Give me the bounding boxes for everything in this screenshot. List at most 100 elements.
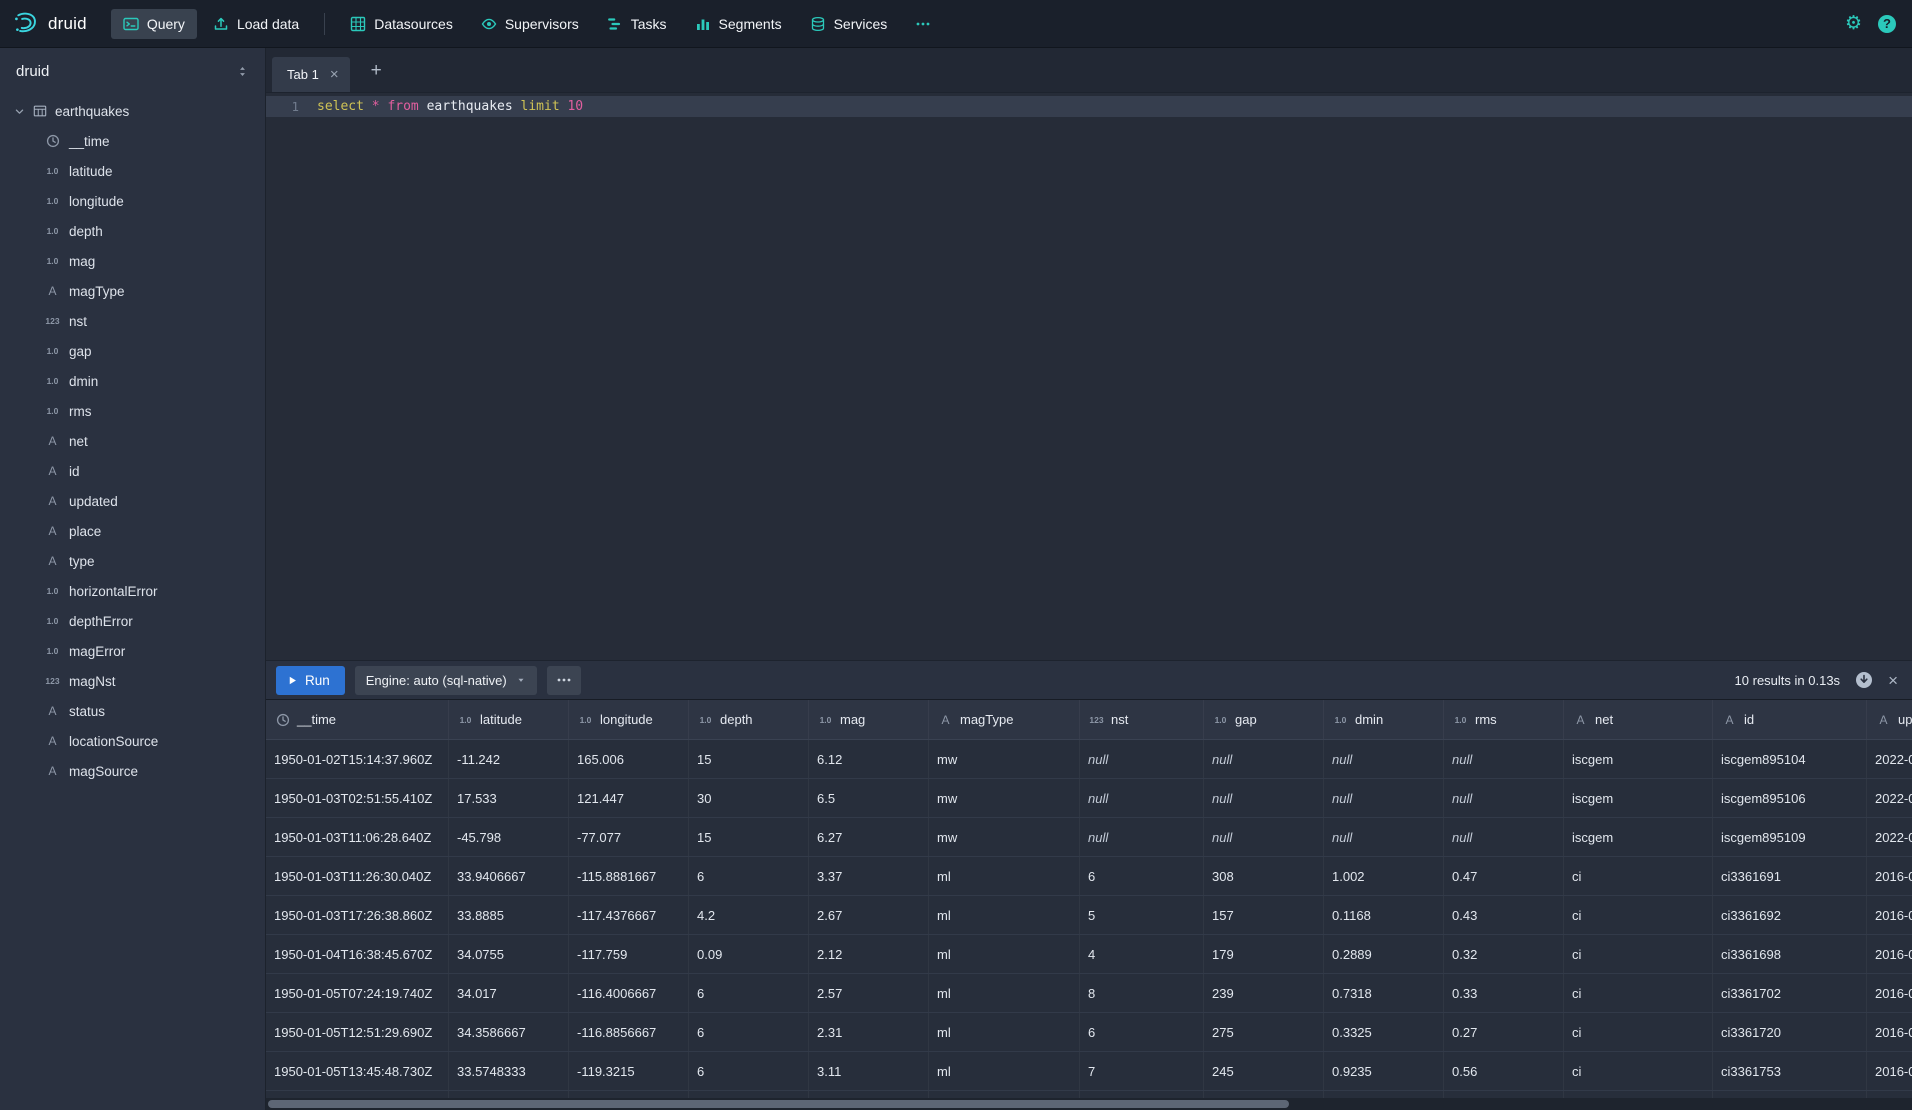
sidebar-column-updated[interactable]: Aupdated bbox=[0, 486, 265, 516]
cell[interactable]: 34.0755 bbox=[449, 935, 569, 973]
cell[interactable]: 30 bbox=[689, 779, 809, 817]
column-header-longitude[interactable]: 1.0longitude bbox=[569, 700, 689, 739]
cell[interactable]: ci bbox=[1564, 935, 1713, 973]
sidebar-column-dmin[interactable]: 1.0dmin bbox=[0, 366, 265, 396]
cell[interactable]: 7 bbox=[1080, 1052, 1204, 1090]
nav-more[interactable] bbox=[903, 9, 943, 39]
new-tab-button[interactable]: + bbox=[362, 57, 391, 84]
cell[interactable]: 1950-01-03T11:26:30.040Z bbox=[266, 857, 449, 895]
column-header-dmin[interactable]: 1.0dmin bbox=[1324, 700, 1444, 739]
cell[interactable]: -117.759 bbox=[569, 935, 689, 973]
cell[interactable]: 0.27 bbox=[1444, 1013, 1564, 1051]
cell[interactable]: 4.2 bbox=[689, 896, 809, 934]
cell[interactable]: null bbox=[1444, 779, 1564, 817]
sidebar-datasource-earthquakes[interactable]: earthquakes bbox=[0, 96, 265, 126]
cell[interactable]: 2.57 bbox=[809, 974, 929, 1012]
cell[interactable]: 1950-01-05T12:51:29.690Z bbox=[266, 1013, 449, 1051]
cell[interactable]: ml bbox=[929, 974, 1080, 1012]
cell[interactable]: -117.4376667 bbox=[569, 896, 689, 934]
sidebar-column-gap[interactable]: 1.0gap bbox=[0, 336, 265, 366]
cell[interactable]: 3.37 bbox=[809, 857, 929, 895]
cell[interactable]: mw bbox=[929, 779, 1080, 817]
cell[interactable]: ci3361720 bbox=[1713, 1013, 1867, 1051]
cell[interactable]: 2022-0 bbox=[1867, 740, 1912, 778]
cell[interactable]: 2016-0 bbox=[1867, 1013, 1912, 1051]
cell[interactable]: -77.077 bbox=[569, 818, 689, 856]
cell[interactable]: 33.5748333 bbox=[449, 1052, 569, 1090]
cell[interactable]: 15 bbox=[689, 740, 809, 778]
cell[interactable]: 6 bbox=[689, 1013, 809, 1051]
cell[interactable]: 2016-0 bbox=[1867, 1052, 1912, 1090]
cell[interactable]: 17.533 bbox=[449, 779, 569, 817]
cell[interactable]: iscgem895106 bbox=[1713, 779, 1867, 817]
sidebar-column-nst[interactable]: 123nst bbox=[0, 306, 265, 336]
cell[interactable]: ci3361753 bbox=[1713, 1052, 1867, 1090]
cell[interactable]: 0.2889 bbox=[1324, 935, 1444, 973]
cell[interactable]: -45.798 bbox=[449, 818, 569, 856]
cell[interactable]: 157 bbox=[1204, 896, 1324, 934]
nav-supervisors[interactable]: Supervisors bbox=[469, 9, 591, 39]
cell[interactable]: 0.33 bbox=[1444, 974, 1564, 1012]
close-results-icon[interactable]: × bbox=[1888, 672, 1898, 689]
cell[interactable]: 0.43 bbox=[1444, 896, 1564, 934]
cell[interactable]: 1950-01-03T17:26:38.860Z bbox=[266, 896, 449, 934]
cell[interactable]: 33.9406667 bbox=[449, 857, 569, 895]
cell[interactable]: 2016-0 bbox=[1867, 857, 1912, 895]
cell[interactable]: 2016-0 bbox=[1867, 974, 1912, 1012]
sidebar-column-place[interactable]: Aplace bbox=[0, 516, 265, 546]
tab-tab1[interactable]: Tab 1 × bbox=[272, 57, 350, 92]
column-header-id[interactable]: Aid bbox=[1713, 700, 1867, 739]
cell[interactable]: 2022-0 bbox=[1867, 779, 1912, 817]
cell[interactable]: 0.47 bbox=[1444, 857, 1564, 895]
sidebar-column-__time[interactable]: __time bbox=[0, 126, 265, 156]
cell[interactable]: mw bbox=[929, 740, 1080, 778]
cell[interactable]: 1950-01-03T02:51:55.410Z bbox=[266, 779, 449, 817]
cell[interactable]: 121.447 bbox=[569, 779, 689, 817]
cell[interactable]: 0.1168 bbox=[1324, 896, 1444, 934]
column-header-latitude[interactable]: 1.0latitude bbox=[449, 700, 569, 739]
nav-tasks[interactable]: Tasks bbox=[595, 9, 679, 39]
sidebar-column-depth[interactable]: 1.0depth bbox=[0, 216, 265, 246]
double-caret-sort-icon[interactable] bbox=[236, 65, 249, 78]
cell[interactable]: 2016-0 bbox=[1867, 896, 1912, 934]
column-header-gap[interactable]: 1.0gap bbox=[1204, 700, 1324, 739]
cell[interactable]: 3.11 bbox=[809, 1052, 929, 1090]
column-header-nst[interactable]: 123nst bbox=[1080, 700, 1204, 739]
cell[interactable]: iscgem895109 bbox=[1713, 818, 1867, 856]
cell[interactable]: null bbox=[1444, 818, 1564, 856]
sidebar-column-net[interactable]: Anet bbox=[0, 426, 265, 456]
cell[interactable]: ml bbox=[929, 896, 1080, 934]
cell[interactable]: -115.8881667 bbox=[569, 857, 689, 895]
chevron-down-icon[interactable] bbox=[14, 106, 25, 117]
column-header-magType[interactable]: AmagType bbox=[929, 700, 1080, 739]
cell[interactable]: 0.32 bbox=[1444, 935, 1564, 973]
cell[interactable]: null bbox=[1080, 740, 1204, 778]
cell[interactable]: 6.12 bbox=[809, 740, 929, 778]
sidebar-column-status[interactable]: Astatus bbox=[0, 696, 265, 726]
cell[interactable]: 0.9235 bbox=[1324, 1052, 1444, 1090]
cell[interactable]: 6 bbox=[689, 857, 809, 895]
cell[interactable]: ml bbox=[929, 935, 1080, 973]
cell[interactable]: -116.8856667 bbox=[569, 1013, 689, 1051]
cell[interactable]: null bbox=[1204, 779, 1324, 817]
sidebar-column-latitude[interactable]: 1.0latitude bbox=[0, 156, 265, 186]
cell[interactable]: ci3361698 bbox=[1713, 935, 1867, 973]
cell[interactable]: -116.4006667 bbox=[569, 974, 689, 1012]
cell[interactable]: 0.56 bbox=[1444, 1052, 1564, 1090]
sidebar-column-magType[interactable]: AmagType bbox=[0, 276, 265, 306]
cell[interactable]: null bbox=[1080, 818, 1204, 856]
sidebar-column-magSource[interactable]: AmagSource bbox=[0, 756, 265, 786]
sidebar-column-horizontalError[interactable]: 1.0horizontalError bbox=[0, 576, 265, 606]
cell[interactable]: null bbox=[1444, 740, 1564, 778]
cell[interactable]: null bbox=[1204, 740, 1324, 778]
cell[interactable]: 6 bbox=[1080, 1013, 1204, 1051]
cell[interactable]: ci bbox=[1564, 1013, 1713, 1051]
cell[interactable]: 1950-01-02T15:14:37.960Z bbox=[266, 740, 449, 778]
cell[interactable]: 6 bbox=[689, 1052, 809, 1090]
cell[interactable]: 6 bbox=[689, 974, 809, 1012]
nav-datasources[interactable]: Datasources bbox=[338, 9, 465, 39]
cell[interactable]: ci3361691 bbox=[1713, 857, 1867, 895]
cell[interactable]: ml bbox=[929, 1013, 1080, 1051]
cell[interactable]: 308 bbox=[1204, 857, 1324, 895]
cell[interactable]: 239 bbox=[1204, 974, 1324, 1012]
